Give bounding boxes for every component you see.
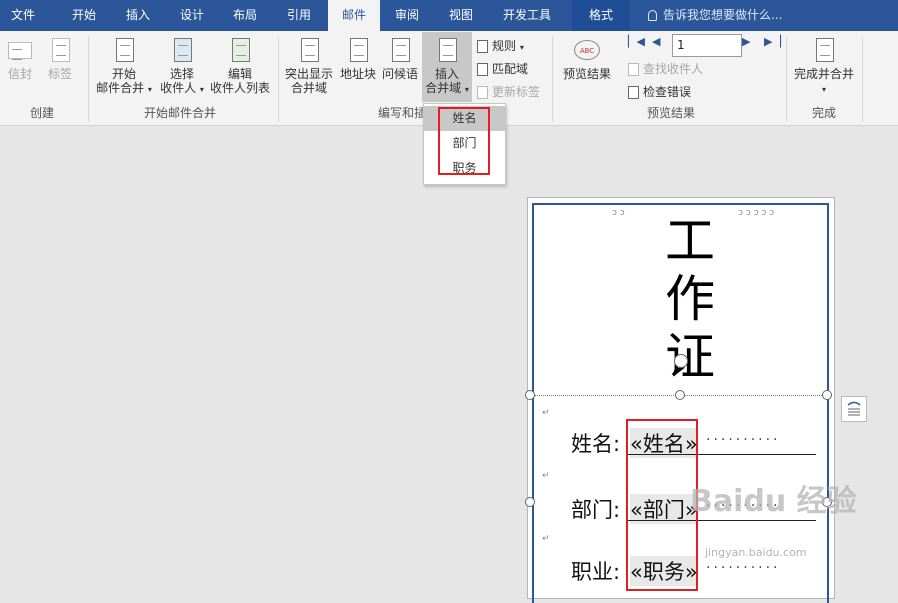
tab-developer[interactable]: 开发工具 (490, 0, 564, 31)
last-record-icon[interactable]: ▶▕ (764, 35, 781, 48)
start-mail-merge-button[interactable]: 开始 邮件合并 ▾ (94, 38, 154, 97)
chevron-down-icon: ▾ (147, 85, 152, 94)
recipients-icon (170, 38, 194, 64)
chevron-down-icon: ▾ (199, 85, 204, 94)
next-record-icon[interactable]: ▶ (742, 35, 750, 48)
find-recipient-icon (628, 63, 639, 76)
group-separator (88, 36, 89, 122)
group-separator (862, 36, 863, 122)
watermark-logo: Baidu 经验 (690, 484, 857, 519)
insert-merge-field-button[interactable]: 插入 合并域 ▾ (422, 32, 472, 102)
address-block-icon (346, 38, 370, 64)
match-fields-icon (477, 63, 488, 76)
title-char: 证 (665, 328, 715, 386)
dot-leader: ·········· (706, 560, 781, 576)
labels-icon (48, 38, 72, 64)
tab-insert[interactable]: 插入 (112, 0, 164, 31)
ribbon-tab-bar: 文件 开始 插入 设计 布局 引用 邮件 审阅 视图 开发工具 格式 告诉我您想… (0, 0, 898, 31)
chevron-down-icon: ▾ (464, 85, 469, 94)
dot-leader: ·········· (706, 432, 781, 448)
group-create-label: 创建 (29, 106, 54, 120)
envelopes-button[interactable]: 信封 (4, 38, 36, 81)
rotate-handle[interactable] (674, 354, 688, 368)
title-char: 作 (665, 270, 715, 328)
resize-handle[interactable] (675, 390, 685, 400)
watermark-url: jingyan.baidu.com (705, 546, 807, 559)
find-recipient-button[interactable]: 查找收件人 (628, 60, 703, 77)
address-block-button[interactable]: 地址块 (338, 38, 378, 81)
paragraph-mark: ↵ (542, 534, 550, 544)
tab-mailings[interactable]: 邮件 (328, 0, 380, 31)
paragraph-mark: ↄ ↄ (612, 208, 625, 218)
highlight-box-menu (438, 107, 490, 175)
tab-home[interactable]: 开始 (58, 0, 110, 31)
title-char: 工 (665, 212, 715, 270)
update-labels-button[interactable]: 更新标签 (477, 83, 540, 100)
paragraph-mark: ↄ ↄ ↄ ↄ ↄ (738, 208, 775, 218)
preview-abc-icon: ABC (572, 38, 602, 64)
card-title: 工 作 证 (661, 212, 719, 386)
labels-button[interactable]: 标签 (44, 38, 76, 81)
edit-list-icon (228, 38, 252, 64)
layout-options-button[interactable] (841, 396, 867, 422)
select-recipients-button[interactable]: 选择 收件人 ▾ (156, 38, 208, 97)
group-separator (786, 36, 787, 122)
paragraph-mark: ↵ (542, 471, 550, 481)
lightbulb-icon (648, 10, 657, 21)
group-finish-label: 完成 (811, 106, 836, 120)
preview-results-button[interactable]: ABC 预览结果 (558, 38, 616, 81)
greeting-line-icon (388, 38, 412, 64)
position-label: 职业: (571, 560, 621, 584)
envelope-icon (8, 38, 32, 64)
group-separator (278, 36, 279, 122)
tab-review[interactable]: 审阅 (381, 0, 433, 31)
tab-file[interactable]: 文件 (0, 0, 46, 31)
check-errors-icon (628, 86, 639, 99)
tell-me-box[interactable]: 告诉我您想要做什么... (648, 0, 782, 31)
finish-and-merge-button[interactable]: 完成并合并 ▾ (790, 38, 858, 97)
rules-button[interactable]: 规则 ▾ (477, 37, 524, 54)
first-record-icon[interactable]: ▏◀ (628, 35, 645, 48)
group-start-merge-label: 开始邮件合并 (143, 106, 216, 120)
paragraph-mark: ↵ (542, 408, 550, 418)
match-fields-button[interactable]: 匹配域 (477, 60, 528, 77)
tab-format[interactable]: 格式 (572, 0, 630, 31)
group-separator (552, 36, 553, 122)
check-errors-button[interactable]: 检查错误 (628, 83, 691, 100)
department-label: 部门: (571, 498, 621, 522)
tell-me-text: 告诉我您想要做什么... (663, 8, 783, 22)
group-preview-label: 预览结果 (646, 106, 695, 120)
resize-handle[interactable] (822, 390, 832, 400)
resize-handle[interactable] (525, 390, 535, 400)
chevron-down-icon: ▾ (519, 43, 524, 52)
name-label: 姓名: (571, 432, 621, 456)
tab-design[interactable]: 设计 (166, 0, 218, 31)
update-labels-icon (477, 86, 488, 99)
group-write-insert-label: 编写和插 (378, 106, 424, 120)
layout-options-icon (847, 401, 861, 416)
tab-references[interactable]: 引用 (273, 0, 325, 31)
mail-merge-doc-icon (112, 38, 136, 64)
highlight-box-fields (626, 419, 698, 591)
tab-layout[interactable]: 布局 (219, 0, 271, 31)
resize-handle[interactable] (525, 497, 535, 507)
greeting-line-button[interactable]: 问候语 (380, 38, 420, 81)
highlight-merge-fields-button[interactable]: 突出显示 合并域 (282, 38, 336, 95)
highlight-fields-icon (297, 38, 321, 64)
tab-view[interactable]: 视图 (435, 0, 487, 31)
finish-merge-icon (812, 38, 836, 64)
insert-field-icon (435, 38, 459, 64)
chevron-down-icon: ▾ (821, 85, 826, 94)
edit-recipient-list-button[interactable]: 编辑 收件人列表 (208, 38, 272, 95)
record-number-input[interactable] (672, 34, 742, 57)
previous-record-icon[interactable]: ◀ (652, 35, 660, 48)
rules-icon (477, 40, 488, 53)
